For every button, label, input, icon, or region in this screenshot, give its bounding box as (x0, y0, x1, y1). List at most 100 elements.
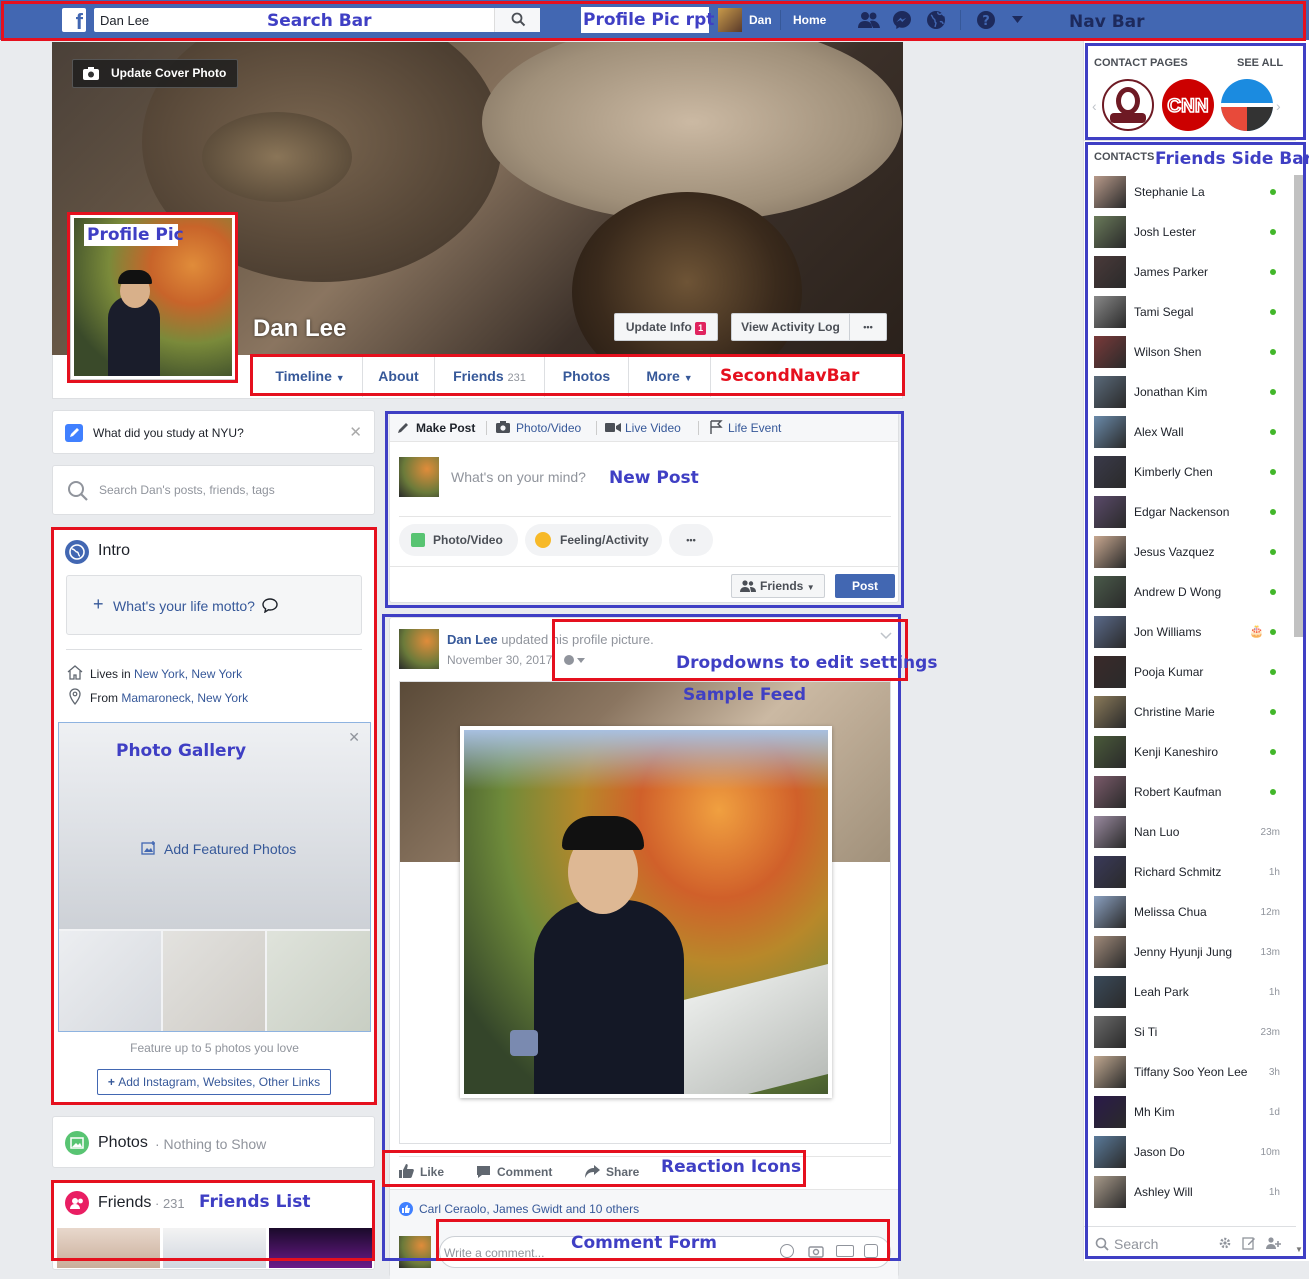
audience-selector[interactable]: Friends ▼ (731, 574, 825, 598)
contact-row[interactable]: Jenny Hyunji Jung 13m (1094, 932, 1290, 972)
emoji-icon[interactable] (780, 1244, 794, 1258)
contact-page-strength-logo[interactable] (1102, 79, 1154, 131)
profile-search-input[interactable]: Search Dan's posts, friends, tags (99, 483, 275, 497)
composer-feeling-pill[interactable]: Feeling/Activity (525, 524, 662, 556)
contact-row[interactable]: Si Ti 23m (1094, 1012, 1290, 1052)
contact-row[interactable]: Kenji Kaneshiro (1094, 732, 1290, 772)
contact-row[interactable]: Andrew D Wong (1094, 572, 1290, 612)
photos-card[interactable]: Photos · Nothing to Show (52, 1116, 375, 1168)
friend-requests-icon[interactable] (858, 11, 880, 29)
composer-photo-video-pill[interactable]: Photo/Video (399, 524, 518, 556)
featured-photo-gallery[interactable]: ✕ Add Featured Photos (58, 722, 371, 1032)
gif-icon[interactable] (836, 1245, 854, 1257)
post-button[interactable]: Post (835, 574, 895, 598)
contact-row[interactable]: Leah Park 1h (1094, 972, 1290, 1012)
contact-row[interactable]: Alex Wall (1094, 412, 1290, 452)
chevron-right-icon[interactable]: › (1276, 98, 1281, 114)
scrollbar-down-arrow-icon[interactable]: ▼ (1295, 1245, 1303, 1254)
contact-row[interactable]: Christine Marie (1094, 692, 1290, 732)
from-link[interactable]: Mamaroneck, New York (121, 691, 248, 705)
post-image-frame[interactable] (399, 681, 891, 1144)
tab-more[interactable]: More ▼ (629, 355, 711, 397)
notifications-globe-icon[interactable] (926, 10, 946, 30)
new-group-icon[interactable] (1266, 1236, 1282, 1250)
search-button[interactable] (494, 8, 540, 32)
sticker-icon[interactable] (864, 1244, 878, 1258)
friend-thumb-1[interactable] (57, 1228, 160, 1268)
chevron-left-icon[interactable]: ‹ (1092, 98, 1097, 114)
post-date[interactable]: November 30, 2017 (447, 653, 552, 667)
profile-search-card[interactable]: Search Dan's posts, friends, tags (52, 465, 375, 515)
post-options-chevron-down-icon[interactable] (880, 632, 892, 640)
contact-row[interactable]: Jesus Vazquez (1094, 532, 1290, 572)
add-featured-photos-link[interactable]: Add Featured Photos (164, 841, 296, 857)
contact-row[interactable]: Mh Kim 1d (1094, 1092, 1290, 1132)
account-menu-chevron-down-icon[interactable] (1012, 16, 1023, 23)
contact-row[interactable]: Nan Luo 23m (1094, 812, 1290, 852)
composer-tab-make-post[interactable]: Make Post (416, 421, 475, 435)
contact-row[interactable]: Wilson Shen (1094, 332, 1290, 372)
contact-row[interactable]: Jon Williams 🎂 (1094, 612, 1290, 652)
tab-photos[interactable]: Photos (545, 355, 629, 397)
composer-tab-life-event[interactable]: Life Event (728, 421, 781, 435)
composer-tab-live-video[interactable]: Live Video (625, 421, 681, 435)
facebook-logo-icon[interactable]: f (62, 8, 86, 34)
contact-avatar (1094, 1136, 1126, 1168)
reactions-summary[interactable]: Carl Ceraolo, James Gwidt and 10 others (419, 1202, 639, 1216)
nav-avatar[interactable] (718, 8, 742, 32)
life-motto-button[interactable]: + What's your life motto? (66, 575, 362, 635)
close-icon[interactable]: ✕ (349, 423, 362, 441)
contact-row[interactable]: Melissa Chua 12m (1094, 892, 1290, 932)
contact-page-cnn-logo[interactable]: CNN (1162, 79, 1214, 131)
sidebar-scrollbar[interactable] (1294, 175, 1303, 637)
contact-row[interactable]: Tami Segal (1094, 292, 1290, 332)
help-icon[interactable]: ? (976, 10, 996, 30)
contact-row[interactable]: Kimberly Chen (1094, 452, 1290, 492)
update-info-button[interactable]: Update Info 1 (614, 313, 718, 341)
composer-tab-photo-video[interactable]: Photo/Video (516, 421, 581, 435)
study-prompt-card[interactable]: What did you study at NYU? ✕ (52, 410, 375, 454)
view-activity-log-button[interactable]: View Activity Log (731, 313, 849, 341)
contact-row[interactable]: Ashley Will 1h (1094, 1172, 1290, 1212)
contact-row[interactable]: Pooja Kumar (1094, 652, 1290, 692)
nav-home-link[interactable]: Home (793, 13, 826, 27)
friend-thumb-3[interactable] (269, 1228, 372, 1268)
post-author-avatar[interactable] (399, 629, 439, 669)
lives-in-link[interactable]: New York, New York (134, 667, 242, 681)
update-cover-photo-button[interactable]: Update Cover Photo (72, 59, 238, 88)
comment-button[interactable]: Comment (476, 1162, 576, 1182)
contact-row[interactable]: Stephanie La (1094, 172, 1290, 212)
reaction-like-icon (399, 1202, 413, 1216)
contact-row[interactable]: Richard Schmitz 1h (1094, 852, 1290, 892)
settings-gear-icon[interactable] (1218, 1236, 1232, 1250)
tab-friends[interactable]: Friends 231 (435, 355, 545, 397)
gallery-close-icon[interactable]: ✕ (348, 729, 360, 746)
composer-input[interactable]: What's on your mind? (451, 469, 586, 485)
comment-camera-icon[interactable] (808, 1244, 824, 1258)
like-button[interactable]: Like (399, 1162, 479, 1182)
nav-profile-link[interactable]: Dan (749, 13, 772, 27)
see-all-link[interactable]: SEE ALL (1237, 57, 1283, 69)
contact-row[interactable]: Jonathan Kim (1094, 372, 1290, 412)
contacts-search-input[interactable]: Search (1114, 1236, 1158, 1252)
friend-thumb-2[interactable] (163, 1228, 266, 1268)
add-links-button[interactable]: + Add Instagram, Websites, Other Links (97, 1069, 331, 1095)
photos-subtitle: · Nothing to Show (155, 1136, 267, 1152)
contact-row[interactable]: Josh Lester (1094, 212, 1290, 252)
cover-more-button[interactable]: ••• (849, 313, 887, 341)
contact-row[interactable]: Robert Kaufman (1094, 772, 1290, 812)
privacy-globe-icon[interactable] (563, 654, 585, 666)
contact-page-third-logo[interactable] (1221, 79, 1273, 131)
post-author-link[interactable]: Dan Lee (447, 632, 498, 647)
contact-row[interactable]: James Parker (1094, 252, 1290, 292)
contact-row[interactable]: Edgar Nackenson (1094, 492, 1290, 532)
contact-row[interactable]: Jason Do 10m (1094, 1132, 1290, 1172)
tab-about[interactable]: About (363, 355, 435, 397)
new-message-icon[interactable] (1242, 1236, 1256, 1250)
composer-more-pill[interactable]: ••• (669, 524, 713, 556)
messenger-icon[interactable] (892, 10, 912, 30)
tab-timeline[interactable]: Timeline ▼ (258, 355, 363, 397)
contact-row[interactable]: Tiffany Soo Yeon Lee 3h (1094, 1052, 1290, 1092)
annotation-comment-form-label: Comment Form (571, 1233, 717, 1253)
share-button[interactable]: Share (585, 1162, 665, 1182)
